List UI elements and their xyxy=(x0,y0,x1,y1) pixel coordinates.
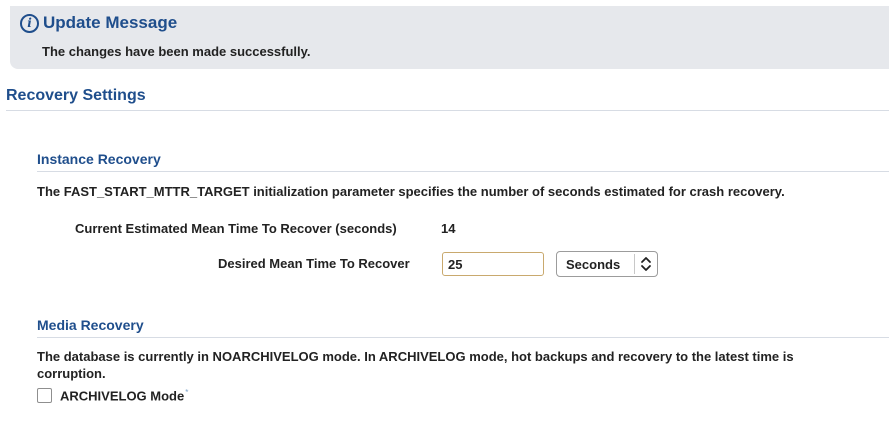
desired-mttr-label: Desired Mean Time To Recover xyxy=(218,256,410,271)
time-unit-selected-value: Seconds xyxy=(566,256,621,272)
media-recovery-description-line2: corruption. xyxy=(37,366,106,381)
time-unit-select[interactable]: Seconds xyxy=(556,251,658,277)
instance-recovery-description: The FAST_START_MTTR_TARGET initializatio… xyxy=(37,184,785,199)
update-message-body: The changes have been made successfully. xyxy=(42,44,311,59)
instance-recovery-divider xyxy=(37,171,889,172)
current-estimate-value: 14 xyxy=(441,221,456,236)
archivelog-mode-label-text: ARCHIVELOG Mode xyxy=(60,388,185,404)
select-divider xyxy=(634,254,635,274)
page-title-divider xyxy=(6,110,889,111)
chevron-up-down-icon xyxy=(639,255,653,273)
media-recovery-heading: Media Recovery xyxy=(37,317,144,333)
media-recovery-divider xyxy=(37,337,889,338)
info-icon: i xyxy=(20,13,39,33)
update-message-header: i Update Message xyxy=(20,11,177,35)
update-message-title: Update Message xyxy=(43,13,178,32)
media-recovery-description-line1: The database is currently in NOARCHIVELO… xyxy=(37,349,794,364)
current-estimate-label: Current Estimated Mean Time To Recover (… xyxy=(75,221,397,236)
archivelog-mode-checkbox[interactable] xyxy=(37,388,52,403)
recovery-settings-page: i Update Message The changes have been m… xyxy=(0,0,889,424)
update-message-banner: i Update Message The changes have been m… xyxy=(10,6,889,69)
instance-recovery-heading: Instance Recovery xyxy=(37,151,161,167)
desired-mttr-input[interactable] xyxy=(442,252,544,276)
required-marker: * xyxy=(185,388,189,397)
archivelog-mode-label: ARCHIVELOG Mode* xyxy=(60,388,188,403)
page-title: Recovery Settings xyxy=(6,87,146,104)
